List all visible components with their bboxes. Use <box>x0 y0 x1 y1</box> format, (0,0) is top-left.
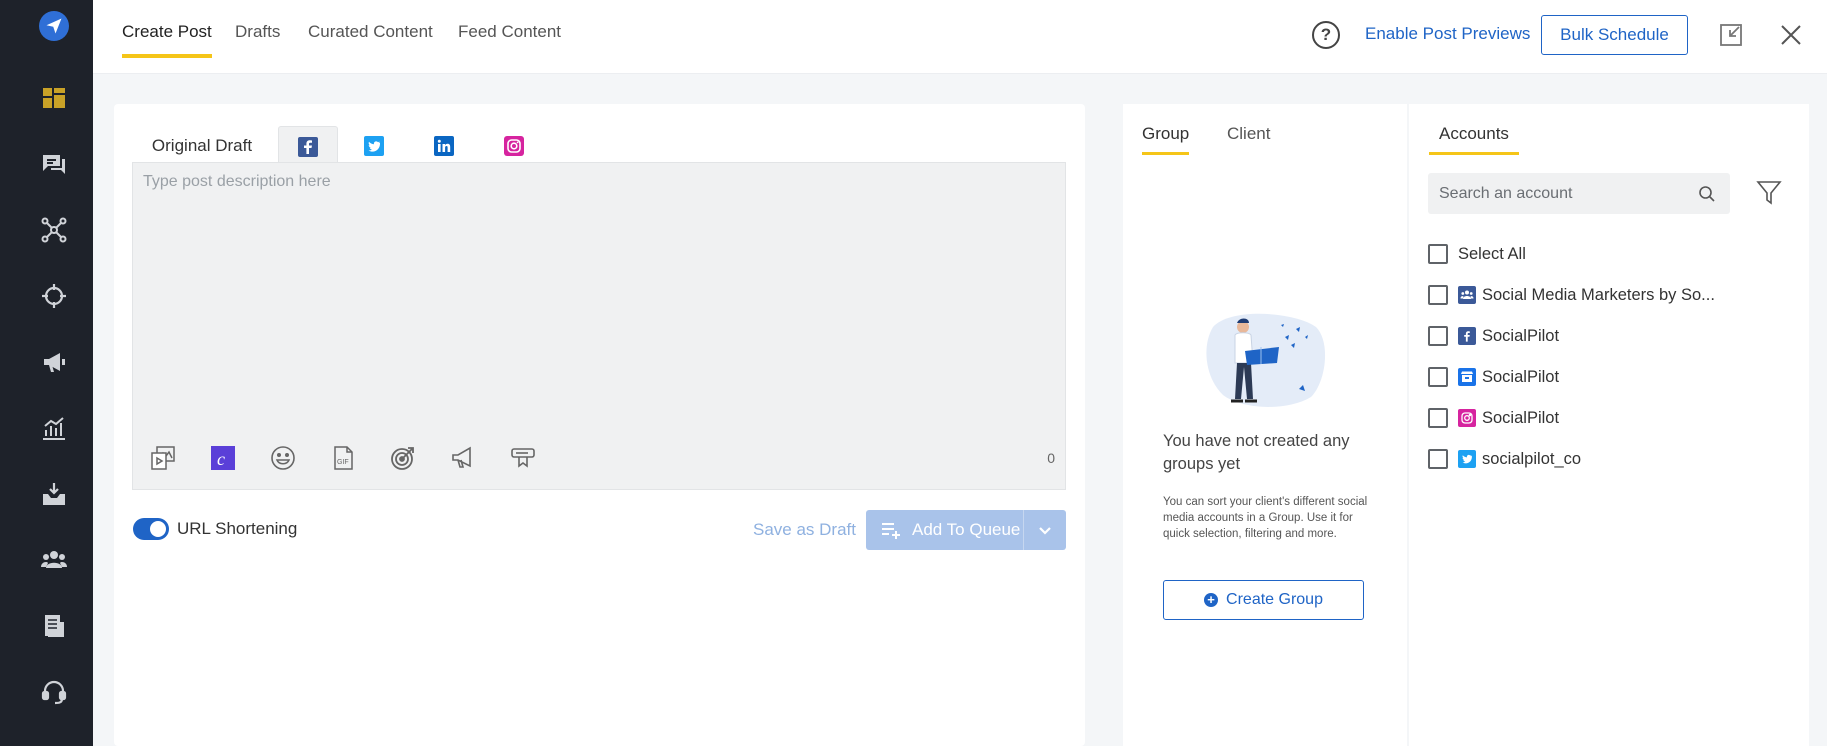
posts-icon[interactable] <box>38 610 70 642</box>
linkedin-icon <box>434 136 454 156</box>
account-row[interactable]: socialpilot_co <box>1428 447 1581 471</box>
canva-icon[interactable]: c <box>208 443 238 473</box>
tab-facebook[interactable] <box>278 126 338 166</box>
minimize-icon[interactable] <box>1717 21 1745 49</box>
support-icon[interactable] <box>38 676 70 708</box>
queue-icon <box>882 523 900 539</box>
bulk-schedule-button[interactable]: Bulk Schedule <box>1541 15 1688 55</box>
facebook-icon <box>298 136 318 157</box>
empty-groups-illustration <box>1206 313 1326 407</box>
account-name: SocialPilot <box>1482 326 1560 345</box>
post-composer: Original Draft c GIF <box>114 104 1085 746</box>
add-to-queue-button[interactable]: Add To Queue <box>866 510 1066 550</box>
post-editor: c GIF 0 <box>132 162 1066 490</box>
tab-original-draft[interactable]: Original Draft <box>132 126 272 166</box>
account-checkbox[interactable] <box>1428 285 1448 305</box>
connections-icon[interactable] <box>38 214 70 246</box>
inbox-icon[interactable] <box>38 148 70 180</box>
url-shortening-toggle[interactable] <box>133 518 169 540</box>
empty-groups-title: You have not created any groups yet <box>1163 432 1350 473</box>
instagram-icon <box>1458 409 1476 427</box>
tab-twitter[interactable] <box>344 126 404 166</box>
download-icon[interactable] <box>38 478 70 510</box>
select-all-checkbox[interactable] <box>1428 244 1448 264</box>
enable-post-previews-link[interactable]: Enable Post Previews <box>1365 24 1530 44</box>
help-icon[interactable]: ? <box>1312 21 1340 49</box>
analytics-icon[interactable] <box>38 412 70 444</box>
emoji-icon[interactable] <box>268 443 298 473</box>
save-as-draft-button[interactable]: Save as Draft <box>753 520 856 540</box>
tab-instagram[interactable] <box>484 126 544 166</box>
top-bar: Create Post Drafts Curated Content Feed … <box>93 0 1827 74</box>
account-checkbox[interactable] <box>1428 367 1448 387</box>
add-to-queue-label: Add To Queue <box>912 520 1021 539</box>
account-row[interactable]: Social Media Marketers by So... <box>1428 283 1715 307</box>
tab-linkedin[interactable] <box>414 126 474 166</box>
media-icon[interactable] <box>148 443 178 473</box>
hashtag-icon[interactable] <box>508 443 538 473</box>
facebook-icon <box>1458 327 1476 345</box>
queue-options-dropdown[interactable] <box>1024 510 1066 550</box>
team-icon[interactable] <box>38 544 70 576</box>
twitter-icon <box>1458 450 1476 468</box>
svg-text:c: c <box>217 449 225 469</box>
dashboard-icon[interactable] <box>38 82 70 114</box>
accounts-panel: Accounts Select All Social Media Markete… <box>1409 104 1809 746</box>
select-all-label: Select All <box>1458 244 1526 263</box>
tab-feed-content[interactable]: Feed Content <box>458 22 561 54</box>
account-name: SocialPilot <box>1482 367 1560 386</box>
chevron-down-icon <box>1039 527 1051 535</box>
empty-groups-description: You can sort your client's different soc… <box>1163 496 1368 540</box>
account-checkbox[interactable] <box>1428 449 1448 469</box>
instagram-icon <box>504 136 524 156</box>
filter-icon[interactable] <box>1755 178 1783 206</box>
close-icon[interactable] <box>1777 21 1805 49</box>
account-row[interactable]: SocialPilot <box>1428 324 1559 348</box>
create-group-label: Create Group <box>1226 591 1323 608</box>
character-count: 0 <box>1047 450 1055 466</box>
campaign-icon[interactable] <box>448 443 478 473</box>
targeting-icon[interactable] <box>388 443 418 473</box>
select-all-row[interactable]: Select All <box>1428 242 1526 266</box>
target-icon[interactable] <box>38 280 70 312</box>
account-search-input[interactable] <box>1439 173 1689 214</box>
group-panel: Group Client You have not created any gr… <box>1123 104 1407 746</box>
campaign-icon[interactable] <box>38 346 70 378</box>
tab-curated-content[interactable]: Curated Content <box>308 22 433 54</box>
left-rail <box>0 0 93 746</box>
svg-text:GIF: GIF <box>337 459 349 466</box>
tab-group[interactable]: Group <box>1142 124 1190 155</box>
tab-drafts[interactable]: Drafts <box>235 22 280 54</box>
plus-circle-icon: + <box>1204 593 1219 607</box>
twitter-icon <box>364 136 384 156</box>
account-row[interactable]: SocialPilot <box>1428 406 1559 430</box>
search-icon[interactable] <box>1698 185 1716 203</box>
account-checkbox[interactable] <box>1428 408 1448 428</box>
gif-icon[interactable]: GIF <box>328 443 358 473</box>
account-row[interactable]: SocialPilot <box>1428 365 1559 389</box>
account-checkbox[interactable] <box>1428 326 1448 346</box>
facebook-group-icon <box>1458 286 1476 304</box>
socialpilot-logo-icon[interactable] <box>39 11 69 41</box>
tab-create-post[interactable]: Create Post <box>122 22 212 58</box>
google-business-icon <box>1458 368 1476 386</box>
account-name: Social Media Marketers by So... <box>1482 285 1715 304</box>
account-name: socialpilot_co <box>1482 449 1582 468</box>
account-name: SocialPilot <box>1482 408 1560 427</box>
tab-accounts[interactable]: Accounts <box>1429 124 1519 155</box>
tab-client[interactable]: Client <box>1227 124 1270 152</box>
url-shortening-label: URL Shortening <box>177 519 298 538</box>
account-search-box <box>1428 173 1730 214</box>
post-description-input[interactable] <box>143 173 1043 413</box>
create-group-button[interactable]: + Create Group <box>1163 580 1364 620</box>
